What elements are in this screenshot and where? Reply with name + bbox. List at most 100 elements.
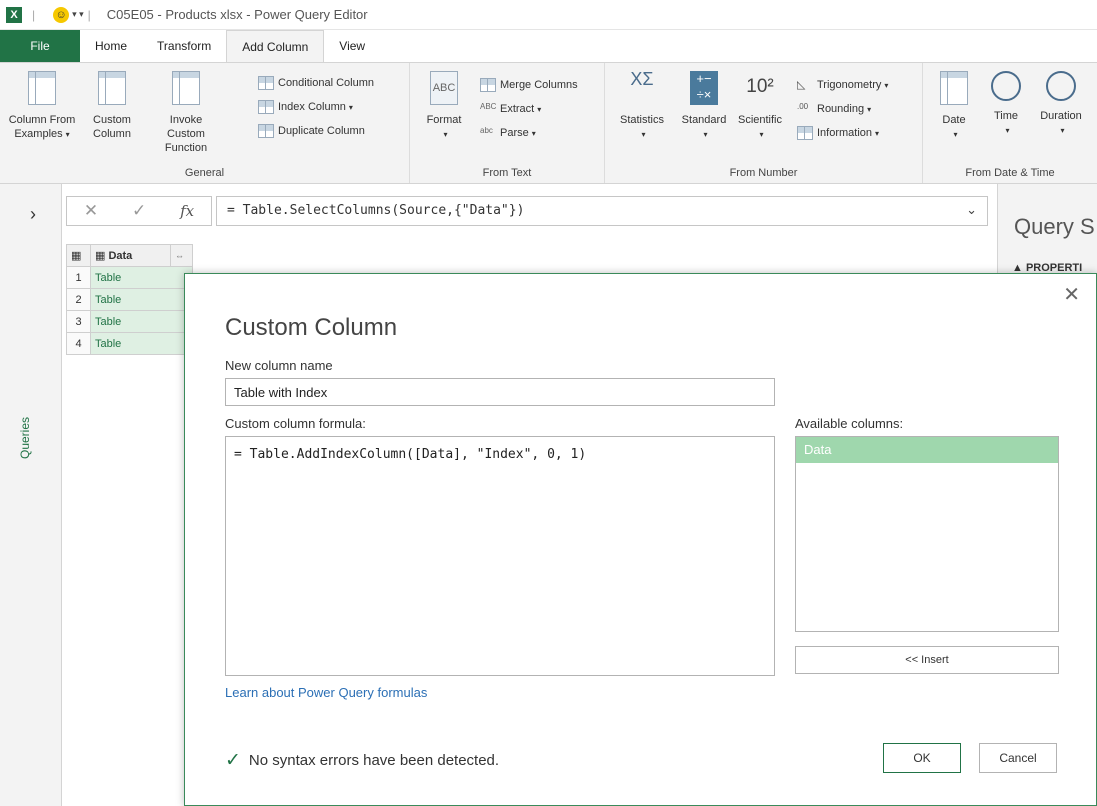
table-cell[interactable]: Table xyxy=(90,288,193,311)
rounding-label: Rounding xyxy=(817,103,865,115)
invoke-function-icon xyxy=(172,71,200,105)
confirm-check-icon[interactable]: ✓ xyxy=(132,201,146,221)
scientific-label: Scientific xyxy=(737,114,783,126)
syntax-status: ✓ No syntax errors have been detected. xyxy=(225,749,499,772)
chevron-down-icon: ▾ xyxy=(1060,126,1065,135)
rounding-button[interactable]: .00 Rounding ▾ xyxy=(797,99,871,119)
custom-column-icon xyxy=(98,71,126,105)
insert-button[interactable]: << Insert xyxy=(795,646,1059,674)
table-cell[interactable]: Table xyxy=(90,332,193,355)
calendar-icon xyxy=(940,71,968,105)
table-cell[interactable]: Table xyxy=(90,266,193,289)
duplicate-column-label: Duplicate Column xyxy=(278,125,365,137)
conditional-column-button[interactable]: Conditional Column xyxy=(258,73,374,93)
title-bar: X | ☺ ▾ ▾ | C05E05 - Products xlsx - Pow… xyxy=(0,0,1097,30)
ok-button[interactable]: OK xyxy=(883,743,961,773)
chevron-down-icon: ▾ xyxy=(537,104,542,114)
extract-button[interactable]: ABC Extract ▾ xyxy=(480,99,541,119)
tab-home[interactable]: Home xyxy=(80,30,142,62)
scientific-button[interactable]: 10² Scientific ▾ xyxy=(731,71,789,142)
duplicate-column-button[interactable]: Duplicate Column xyxy=(258,121,365,141)
table-cell[interactable]: Table xyxy=(90,310,193,333)
table-menu-icon[interactable]: ▦ xyxy=(66,244,91,267)
qat-dropdown-icon[interactable]: ▾ ▾ xyxy=(72,9,84,20)
table-row: 2 Table xyxy=(66,288,193,311)
queries-pane-collapsed: › Queries xyxy=(0,184,62,806)
time-label: Time xyxy=(993,110,1019,122)
merge-columns-label: Merge Columns xyxy=(500,79,578,91)
statistics-button[interactable]: XΣ Statistics ▾ xyxy=(611,69,673,142)
invoke-custom-function-label: Invoke Custom Function xyxy=(164,114,208,154)
queries-pane-label[interactable]: Queries xyxy=(18,417,32,459)
group-general-label: General xyxy=(184,167,225,179)
custom-formula-editor[interactable]: = Table.AddIndexColumn([Data], "Index", … xyxy=(225,436,775,676)
invoke-custom-function-button[interactable]: Invoke Custom Function xyxy=(150,71,222,155)
merge-columns-icon xyxy=(480,78,496,92)
parse-button[interactable]: abc Parse ▾ xyxy=(480,123,536,143)
dialog-title: Custom Column xyxy=(225,314,398,341)
ribbon: Column From Examples ▾ Custom Column Invo… xyxy=(0,62,1097,184)
new-column-name-input[interactable] xyxy=(225,378,775,406)
scientific-power-icon: 10² xyxy=(746,76,774,97)
ribbon-tabs: File Home Transform Add Column View xyxy=(0,30,1097,62)
time-button[interactable]: Time ▾ xyxy=(983,71,1029,138)
chevron-down-icon: ▾ xyxy=(348,102,353,112)
fx-icon[interactable]: fx xyxy=(180,202,194,220)
tab-view[interactable]: View xyxy=(324,30,380,62)
chevron-down-icon: ▾ xyxy=(65,130,70,139)
chevron-down-icon: ▾ xyxy=(641,130,646,139)
chevron-down-icon: ▾ xyxy=(1005,126,1010,135)
tab-transform[interactable]: Transform xyxy=(142,30,226,62)
chevron-down-icon: ▾ xyxy=(443,130,448,139)
index-column-button[interactable]: Index Column ▾ xyxy=(258,97,353,117)
formula-bar-controls: ✕ ✓ fx xyxy=(66,196,212,226)
learn-formulas-link[interactable]: Learn about Power Query formulas xyxy=(225,685,427,700)
chevron-down-icon: ▾ xyxy=(759,130,764,139)
row-number: 3 xyxy=(66,310,91,333)
expand-column-icon[interactable]: ⇔ xyxy=(170,244,193,267)
tab-file[interactable]: File xyxy=(0,30,80,62)
custom-column-label: Custom Column xyxy=(93,114,131,140)
format-label: Format xyxy=(426,114,462,126)
table-row: 3 Table xyxy=(66,310,193,333)
expand-chevron-icon[interactable]: › xyxy=(30,204,36,225)
group-from-text-label: From Text xyxy=(482,167,532,179)
list-item[interactable]: Data xyxy=(796,437,1058,463)
chevron-down-icon: ▾ xyxy=(531,128,536,138)
merge-columns-button[interactable]: Merge Columns xyxy=(480,75,578,95)
information-label: Information xyxy=(817,127,873,139)
column-from-examples-button[interactable]: Column From Examples ▾ xyxy=(2,71,82,142)
column-header-data[interactable]: ▦ Data xyxy=(90,244,171,267)
custom-column-button[interactable]: Custom Column xyxy=(80,71,144,141)
column-from-examples-icon xyxy=(28,71,56,105)
excel-logo-icon: X xyxy=(6,6,22,23)
chevron-down-icon: ▾ xyxy=(703,130,708,139)
formula-text: = Table.SelectColumns(Source,{"Data"}) xyxy=(227,203,525,218)
statistics-label: Statistics xyxy=(619,114,664,126)
statistics-sigma-icon: XΣ xyxy=(630,69,654,89)
clock-icon xyxy=(991,71,1021,101)
close-icon[interactable]: ✕ xyxy=(1063,282,1080,307)
standard-button[interactable]: +− ÷× Standard ▾ xyxy=(675,71,733,142)
information-icon xyxy=(797,126,813,140)
chevron-down-icon[interactable]: ⌄ xyxy=(966,202,977,218)
duration-button[interactable]: Duration ▾ xyxy=(1033,71,1089,138)
tab-add-column[interactable]: Add Column xyxy=(226,30,325,62)
formula-input[interactable]: = Table.SelectColumns(Source,{"Data"}) ⌄ xyxy=(216,196,988,226)
format-button[interactable]: ABC Format ▾ xyxy=(418,71,470,142)
parse-label: Parse xyxy=(500,127,529,139)
group-general: Column From Examples ▾ Custom Column Invo… xyxy=(0,63,410,183)
format-abc-icon: ABC xyxy=(430,71,458,105)
trigonometry-button[interactable]: ◺ Trigonometry ▾ xyxy=(797,75,888,95)
smiley-feedback-icon[interactable]: ☺ xyxy=(53,6,70,23)
index-column-label: Index Column xyxy=(278,101,346,113)
cancel-x-icon[interactable]: ✕ xyxy=(84,201,98,221)
group-from-number: XΣ Statistics ▾ +− ÷× Standard ▾ 10² Scient… xyxy=(605,63,923,183)
check-icon: ✓ xyxy=(225,750,241,771)
duration-label: Duration xyxy=(1040,110,1082,122)
table-row: 1 Table xyxy=(66,266,193,289)
cancel-button[interactable]: Cancel xyxy=(979,743,1057,773)
date-button[interactable]: Date ▾ xyxy=(929,71,979,142)
information-button[interactable]: Information ▾ xyxy=(797,123,879,143)
row-number: 2 xyxy=(66,288,91,311)
